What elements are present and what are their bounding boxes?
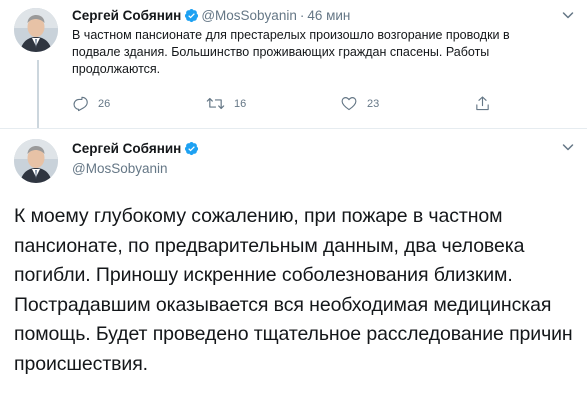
avatar-portrait-icon <box>14 8 58 52</box>
reply-tweet[interactable]: Сергей Собянин @MosSobyanin · 46 мин В част… <box>0 0 587 130</box>
retweet-count: 16 <box>234 97 247 110</box>
share-icon <box>476 96 489 111</box>
like-count: 23 <box>367 97 380 110</box>
chevron-down-icon[interactable] <box>561 8 575 27</box>
verified-badge-icon <box>184 8 199 28</box>
retweet-icon <box>206 97 225 110</box>
reply-button[interactable]: 26 <box>72 95 110 112</box>
main-tweet-text: К моему глубокому сожалению, при пожаре … <box>14 205 573 375</box>
avatar-portrait-icon <box>14 139 58 183</box>
tweet-actions: 26 16 23 <box>72 95 502 115</box>
thread-line <box>37 60 39 128</box>
avatar[interactable] <box>14 139 58 183</box>
chevron-down-icon[interactable] <box>561 140 575 159</box>
author-handle[interactable]: @MosSobyanin <box>72 160 168 178</box>
author-handle[interactable]: @MosSobyanin <box>201 8 297 23</box>
tweet-time[interactable]: 46 мин <box>307 8 350 23</box>
verified-badge-icon <box>184 141 199 161</box>
separator-dot: · <box>299 8 305 23</box>
main-tweet-header: Сергей Собянин <box>72 140 201 161</box>
author-name[interactable]: Сергей Собянин <box>72 141 181 156</box>
reply-count: 26 <box>98 97 111 110</box>
share-button[interactable] <box>474 95 500 112</box>
heart-icon <box>341 97 357 111</box>
avatar[interactable] <box>14 8 58 52</box>
reply-tweet-text: В частном пансионате для престарелых про… <box>72 28 510 76</box>
reply-tweet-header: Сергей Собянин @MosSobyanin · 46 мин <box>72 7 350 28</box>
reply-icon <box>73 96 88 112</box>
tweet-divider <box>0 128 587 129</box>
like-button[interactable]: 23 <box>340 95 379 112</box>
author-name[interactable]: Сергей Собянин <box>72 8 181 23</box>
retweet-button[interactable]: 16 <box>206 95 246 112</box>
